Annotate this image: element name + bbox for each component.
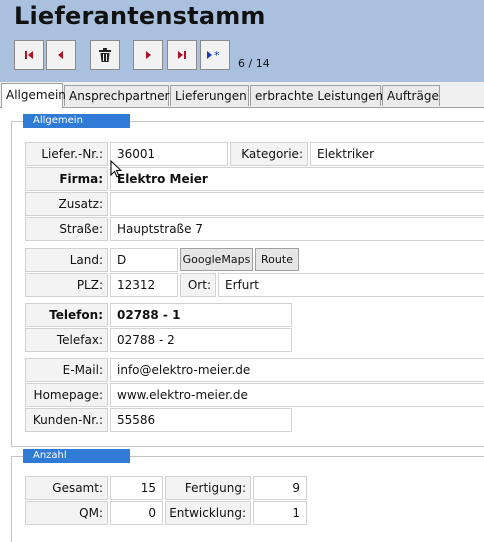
employees-total-field[interactable]: 15 <box>110 476 163 500</box>
street-label: Straße: <box>25 217 108 241</box>
employees-qm-label: QM: <box>25 501 108 525</box>
email-field[interactable]: info@elektro-meier.de <box>110 358 484 382</box>
route-button[interactable]: Route <box>255 248 299 271</box>
fax-label: Telefax: <box>25 328 108 352</box>
general-group-title: Allgemein <box>23 114 130 128</box>
last-record-button[interactable] <box>167 40 197 70</box>
first-record-button[interactable] <box>14 40 44 70</box>
employees-qm-field[interactable]: 0 <box>110 501 163 525</box>
country-label: Land: <box>25 248 108 272</box>
googlemaps-button[interactable]: GoogleMaps <box>180 248 253 271</box>
country-field[interactable]: D <box>110 248 178 272</box>
form-title: Lieferantenstamm <box>14 2 266 30</box>
delete-record-button[interactable] <box>90 40 120 70</box>
addition-label: Zusatz: <box>25 192 108 216</box>
tab-lieferungen[interactable]: Lieferungen <box>170 85 249 106</box>
city-field[interactable]: Erfurt <box>218 273 484 297</box>
previous-record-icon <box>56 50 66 60</box>
previous-record-button[interactable] <box>46 40 76 70</box>
record-counter: 6 / 14 <box>238 57 270 70</box>
company-label: Firma: <box>25 167 108 191</box>
homepage-label: Homepage: <box>25 383 108 407</box>
tab-auftraege[interactable]: Aufträge <box>382 85 440 106</box>
fax-field[interactable]: 02788 - 2 <box>110 328 292 352</box>
employees-group-title: Anzahl Mitarbeiter <box>23 449 130 475</box>
last-record-icon <box>176 50 188 60</box>
street-field[interactable]: Hauptstraße 7 <box>110 217 484 241</box>
customer-no-field[interactable]: 55586 <box>110 408 292 432</box>
supplier-no-label: Liefer.-Nr.: <box>25 142 108 166</box>
employees-total-label: Gesamt: <box>25 476 108 500</box>
first-record-icon <box>23 50 35 60</box>
employees-development-label: Entwicklung: <box>165 501 251 525</box>
employees-production-label: Fertigung: <box>165 476 251 500</box>
category-label: Kategorie: <box>230 142 308 166</box>
addition-field[interactable] <box>110 192 484 216</box>
header-bar: Lieferantenstamm * 6 / 14 <box>0 0 484 82</box>
tab-ansprechpartner[interactable]: Ansprechpartner <box>64 85 169 106</box>
employees-production-field[interactable]: 9 <box>253 476 307 500</box>
category-field[interactable]: Elektriker <box>310 142 484 166</box>
tab-erbrachte-leistungen[interactable]: erbrachte Leistungen <box>250 85 383 106</box>
phone-field[interactable]: 02788 - 1 <box>110 303 292 327</box>
zip-field[interactable]: 12312 <box>110 273 178 297</box>
tab-strip: Allgemein Ansprechpartner Lieferungen er… <box>0 83 484 108</box>
company-field[interactable]: Elektro Meier <box>110 167 484 191</box>
svg-text:*: * <box>214 50 220 60</box>
city-label: Ort: <box>180 273 216 297</box>
tab-allgemein[interactable]: Allgemein <box>1 83 66 108</box>
phone-label: Telefon: <box>25 303 108 327</box>
zip-label: PLZ: <box>25 273 108 297</box>
new-record-button[interactable]: * <box>200 40 230 70</box>
trash-icon <box>98 47 112 63</box>
homepage-field[interactable]: www.elektro-meier.de <box>110 383 484 407</box>
mouse-pointer-icon <box>110 159 124 184</box>
next-record-button[interactable] <box>133 40 163 70</box>
email-label: E-Mail: <box>25 358 108 382</box>
next-record-icon <box>143 50 153 60</box>
new-record-icon: * <box>206 50 224 60</box>
employees-development-field[interactable]: 1 <box>253 501 307 525</box>
customer-no-label: Kunden-Nr.: <box>25 408 108 432</box>
supplier-no-field[interactable]: 36001 <box>110 142 228 166</box>
